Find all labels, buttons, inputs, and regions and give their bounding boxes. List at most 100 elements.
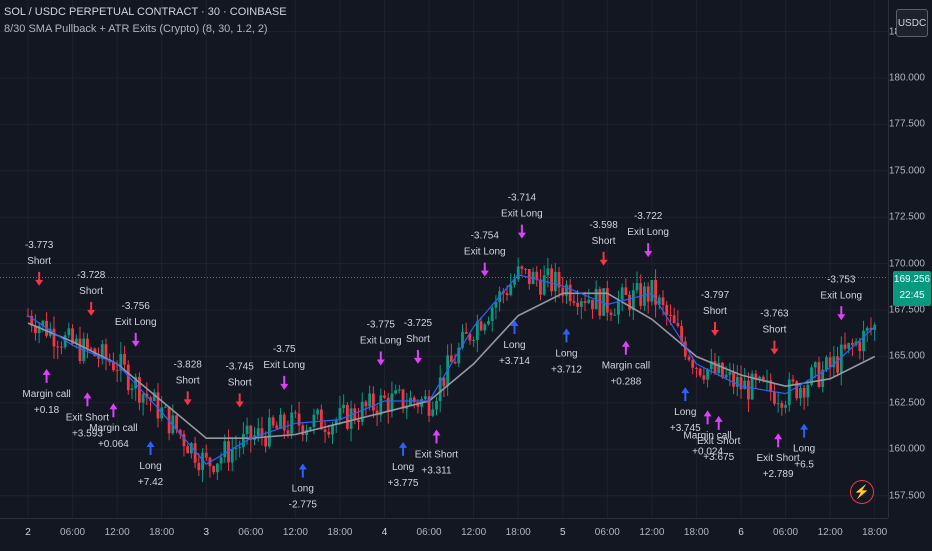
candle-body — [806, 384, 810, 398]
trade-label: -3.775 — [367, 319, 396, 330]
candle-body — [327, 431, 331, 435]
candle-body — [312, 414, 316, 428]
candle-body — [550, 268, 554, 292]
candle-body — [223, 441, 227, 458]
time-tick-label: 18:00 — [862, 527, 888, 538]
trade-label: Long — [555, 348, 577, 359]
candle-body — [572, 301, 576, 303]
time-tick-label: 12:00 — [461, 527, 487, 538]
candle-body — [371, 393, 375, 411]
candle-body — [479, 321, 483, 331]
trade-label: -3.754 — [471, 231, 500, 242]
time-tick-label: 12:00 — [104, 527, 130, 538]
trade-marker: -3.763 Short — [760, 309, 789, 355]
candle-body — [851, 343, 854, 345]
trade-arrow-down — [280, 375, 289, 390]
trade-marker: -3.753 Exit Long — [820, 274, 862, 321]
price-tick-label: 167.500 — [888, 304, 925, 316]
candle-body — [397, 389, 401, 391]
trade-marker: -3.828 Short — [174, 359, 202, 406]
candle-body — [256, 428, 260, 436]
candle-body — [813, 362, 817, 368]
candle-body — [799, 387, 802, 399]
candle-body — [527, 269, 531, 284]
trade-arrow-down — [770, 340, 779, 355]
time-tick-label: 5 — [559, 527, 566, 538]
trade-label: Long — [139, 461, 161, 472]
candle-body — [472, 339, 476, 341]
trade-markers: -3.773Short-3.728Short-3.756Exit Long-3.… — [22, 193, 862, 511]
candle-body — [591, 299, 594, 310]
trade-label: Short — [79, 286, 103, 297]
trade-label: +3.775 — [388, 478, 419, 489]
trade-arrow-up — [714, 415, 723, 430]
candle-body — [695, 367, 698, 369]
candle-body — [661, 297, 665, 305]
candle-body — [164, 406, 167, 408]
candle-body — [773, 391, 776, 404]
candle-body — [620, 287, 624, 300]
candle-body — [230, 449, 234, 463]
trade-arrow-down — [480, 262, 489, 277]
candle-body — [483, 324, 487, 331]
candle-body — [583, 301, 587, 303]
fast-sma-line — [27, 274, 876, 465]
time-tick-label: 4 — [381, 527, 388, 538]
candle-body — [490, 307, 494, 321]
candle-body — [724, 374, 728, 378]
trade-marker: -3.725 Short — [404, 318, 433, 364]
price-tick-label: 172.500 — [888, 211, 925, 223]
currency-button[interactable]: USDC — [896, 9, 928, 37]
price-chart[interactable]: -3.773Short-3.728Short-3.756Exit Long-3.… — [0, 0, 888, 518]
trade-label: +7.42 — [138, 477, 164, 488]
candle-body — [238, 447, 242, 449]
trade-label: +3.712 — [551, 364, 582, 375]
candle-body — [435, 400, 438, 410]
trade-arrow-down — [235, 393, 244, 408]
candle-body — [672, 315, 676, 324]
candle-body — [368, 393, 372, 407]
price-tick-label: 177.500 — [888, 118, 925, 130]
trade-label: Short — [176, 375, 200, 386]
candle-body — [89, 348, 93, 350]
lightning-icon[interactable]: ⚡ — [850, 480, 874, 504]
candle-body — [234, 448, 238, 450]
strategy-title[interactable]: 8/30 SMA Pullback + ATR Exits (Crypto) (… — [4, 23, 268, 35]
candle-body — [691, 359, 695, 368]
candle-body — [323, 429, 327, 432]
candle-body — [78, 338, 82, 361]
candle-body — [319, 409, 323, 430]
candle-body — [698, 368, 702, 376]
time-tick-label: 18:00 — [683, 527, 709, 538]
trade-arrow-down — [376, 351, 385, 366]
price-tick-label: 165.000 — [888, 350, 925, 362]
time-axis[interactable]: 2 06:00 12:00 18:00 3 06:00 12:00 18:00 4 06:00 12… — [0, 518, 888, 551]
time-tick-label: 3 — [203, 527, 210, 538]
time-tick-label: 6 — [738, 527, 744, 538]
trade-arrow-down — [35, 271, 44, 286]
trade-label: +3.675 — [703, 452, 734, 463]
candle-body — [212, 466, 216, 473]
candle-body — [747, 380, 750, 400]
trade-label: Exit Long — [627, 227, 669, 238]
trade-label: +3.714 — [499, 356, 530, 367]
trade-marker: -3.75 Exit Long — [263, 344, 305, 390]
candle-body — [717, 362, 721, 374]
candle-body — [858, 341, 862, 352]
trade-label: +2.789 — [763, 469, 794, 480]
candle-body — [290, 412, 294, 434]
trade-arrow-up — [432, 429, 441, 444]
candle-body — [271, 417, 275, 426]
bar-countdown: 22:45 — [899, 290, 925, 302]
trade-marker: Exit Short +3.675 — [697, 415, 741, 463]
candle-body — [331, 424, 334, 435]
trade-label: Long — [674, 407, 696, 418]
candle-body — [390, 393, 394, 412]
candle-body — [639, 283, 643, 306]
price-axis[interactable]: 157.500 160.000 162.500 165.000 167.500 170.0… — [888, 0, 932, 518]
trade-arrow-up — [703, 410, 712, 425]
trade-marker: Margin call +0.18 — [22, 368, 71, 416]
time-tick-label: 06:00 — [594, 527, 620, 538]
trade-marker: -3.756 Exit Long — [115, 301, 157, 347]
symbol-title[interactable]: SOL / USDC PERPETUAL CONTRACT · 30 · COI… — [4, 6, 287, 18]
